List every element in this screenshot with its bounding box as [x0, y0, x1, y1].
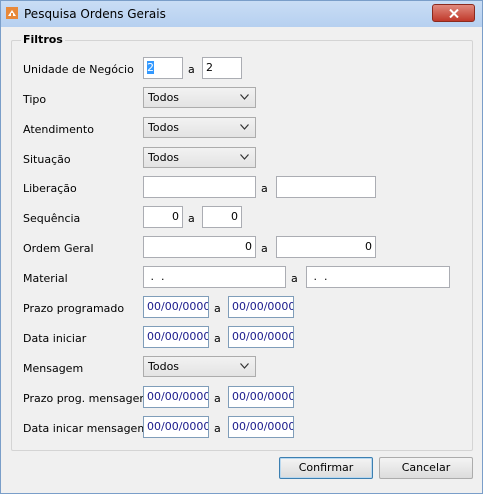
ordem-geral-from-input[interactable]: 0 [143, 236, 256, 258]
window-title: Pesquisa Ordens Gerais [24, 7, 166, 21]
sequencia-label: Sequência [23, 212, 81, 225]
dialog-window: Pesquisa Ordens Gerais Filtros Unidade d… [0, 0, 483, 494]
chevron-down-icon [240, 94, 249, 100]
close-icon [449, 9, 459, 18]
atendimento-select-value: Todos [148, 121, 180, 134]
title-bar[interactable]: Pesquisa Ordens Gerais [1, 1, 482, 27]
unidade-from-input[interactable]: 2 [143, 57, 183, 79]
atendimento-select[interactable]: Todos [143, 117, 256, 138]
chevron-down-icon [240, 154, 249, 160]
range-connector: a [261, 182, 268, 195]
sequencia-from-input[interactable]: 0 [143, 206, 183, 228]
liberacao-label: Liberação [23, 182, 77, 195]
material-to-input[interactable]: . . [306, 266, 450, 288]
data-inicar-mensagem-from-input[interactable]: 00/00/0000 [143, 416, 209, 438]
dialog-body: Filtros Unidade de Negócio 2 a 2 Tipo To… [2, 27, 480, 491]
material-from-input[interactable]: . . [143, 266, 286, 288]
chevron-down-icon [240, 363, 249, 369]
range-connector: a [291, 272, 298, 285]
mensagem-select[interactable]: Todos [143, 356, 256, 377]
situacao-label: Situação [23, 153, 71, 166]
app-icon [6, 7, 18, 19]
unidade-to-input[interactable]: 2 [202, 57, 242, 79]
sequencia-to-input[interactable]: 0 [202, 206, 242, 228]
range-connector: a [214, 302, 221, 315]
liberacao-from-input[interactable] [143, 176, 256, 198]
range-connector: a [188, 63, 195, 76]
range-connector: a [214, 332, 221, 345]
prazo-programado-from-input[interactable]: 00/00/0000 [143, 296, 209, 318]
liberacao-to-input[interactable] [276, 176, 376, 198]
close-button[interactable] [432, 4, 475, 22]
data-iniciar-to-input[interactable]: 00/00/0000 [228, 326, 294, 348]
ordem-geral-to-input[interactable]: 0 [276, 236, 376, 258]
situacao-select[interactable]: Todos [143, 147, 256, 168]
atendimento-label: Atendimento [23, 123, 94, 136]
prazo-prog-mensagem-label: Prazo prog. mensagem [23, 392, 151, 405]
tipo-label: Tipo [23, 93, 47, 106]
data-iniciar-label: Data iniciar [23, 332, 87, 345]
prazo-prog-mensagem-to-input[interactable]: 00/00/0000 [228, 386, 294, 408]
range-connector: a [261, 242, 268, 255]
range-connector: a [188, 212, 195, 225]
data-inicar-mensagem-to-input[interactable]: 00/00/0000 [228, 416, 294, 438]
confirm-button[interactable]: Confirmar [279, 457, 373, 479]
group-title: Filtros [21, 33, 65, 46]
prazo-prog-mensagem-from-input[interactable]: 00/00/0000 [143, 386, 209, 408]
ordem-geral-label: Ordem Geral [23, 242, 94, 255]
mensagem-select-value: Todos [148, 360, 180, 373]
chevron-down-icon [240, 124, 249, 130]
prazo-programado-to-input[interactable]: 00/00/0000 [228, 296, 294, 318]
unidade-label: Unidade de Negócio [23, 63, 134, 76]
prazo-programado-label: Prazo programado [23, 302, 125, 315]
data-inicar-mensagem-label: Data inicar mensagem [23, 422, 149, 435]
tipo-select-value: Todos [148, 91, 180, 104]
data-iniciar-from-input[interactable]: 00/00/0000 [143, 326, 209, 348]
range-connector: a [214, 422, 221, 435]
mensagem-label: Mensagem [23, 362, 84, 375]
material-label: Material [23, 272, 68, 285]
situacao-select-value: Todos [148, 151, 180, 164]
tipo-select[interactable]: Todos [143, 87, 256, 108]
cancel-button[interactable]: Cancelar [379, 457, 473, 479]
range-connector: a [214, 392, 221, 405]
